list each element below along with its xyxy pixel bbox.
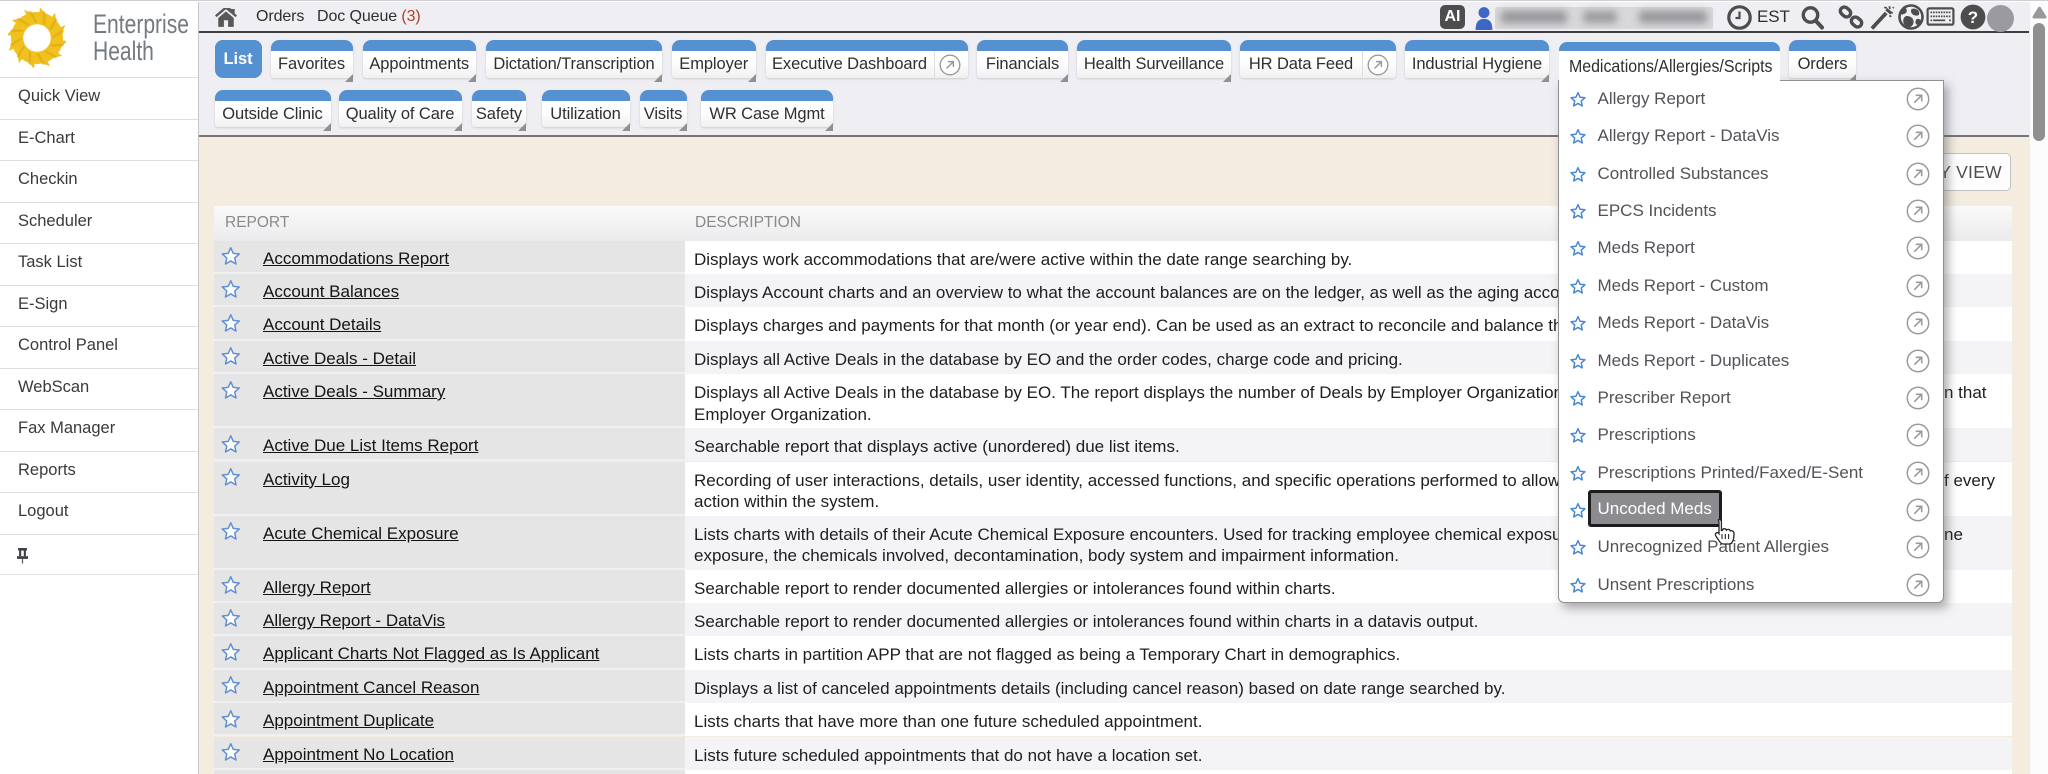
svg-text:?: ? (1968, 8, 1978, 27)
